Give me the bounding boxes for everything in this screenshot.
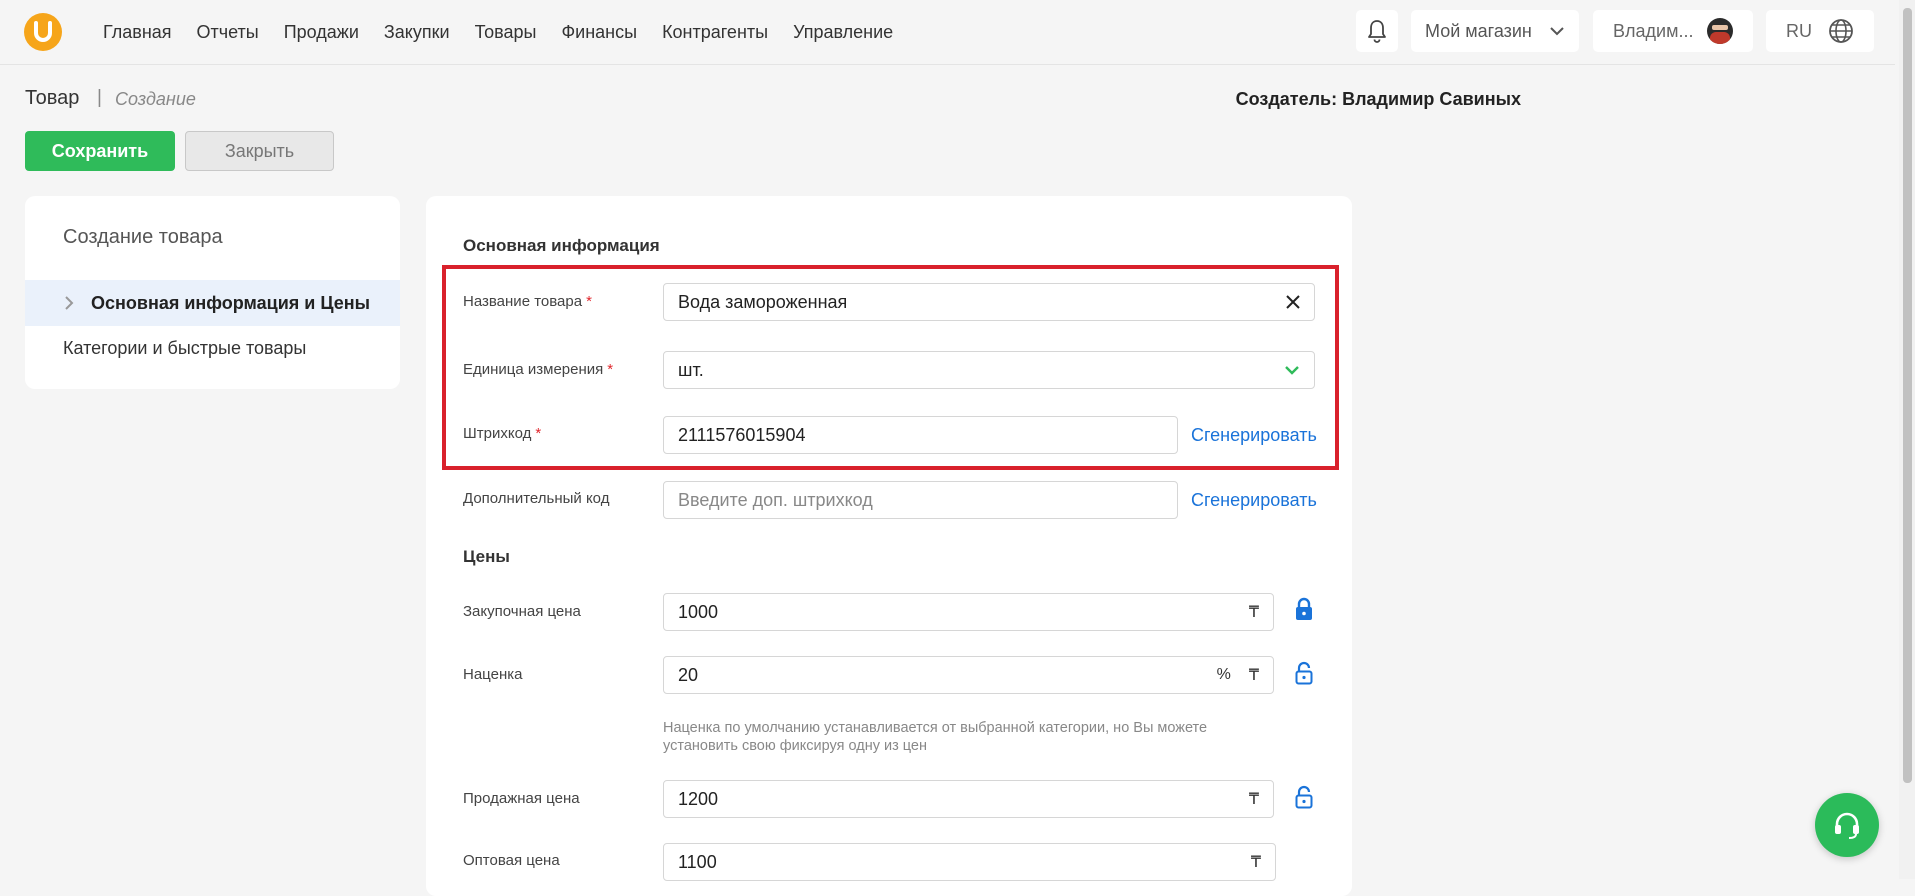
lock-open-icon[interactable] xyxy=(1293,661,1315,685)
breadcrumb-separator: | xyxy=(97,87,102,108)
highlight-box xyxy=(442,265,1339,470)
store-selector[interactable]: Мой магазин xyxy=(1411,10,1579,52)
nav-item-contractors[interactable]: Контрагенты xyxy=(662,0,768,64)
language-selector[interactable]: RU xyxy=(1766,10,1874,52)
extra-code-input[interactable]: Введите доп. штрихкод xyxy=(663,481,1178,519)
avatar xyxy=(1707,18,1733,44)
chevron-down-icon xyxy=(1550,27,1564,36)
wholesale-price-label: Оптовая цена xyxy=(463,852,560,869)
currency-icon: ₸ xyxy=(1250,854,1261,871)
page-title: Товар xyxy=(25,87,80,109)
logo-u-icon xyxy=(34,21,52,42)
main-nav: Главная Отчеты Продажи Закупки Товары Фи… xyxy=(103,0,918,64)
user-name: Владим... xyxy=(1613,20,1694,41)
currency-icon: ₸ xyxy=(1248,604,1259,621)
lock-open-icon[interactable] xyxy=(1293,785,1315,809)
store-name: Мой магазин xyxy=(1425,20,1532,41)
close-button[interactable]: Закрыть xyxy=(185,131,334,171)
nav-item-finances[interactable]: Финансы xyxy=(561,0,637,64)
save-button[interactable]: Сохранить xyxy=(25,131,175,171)
purchase-price-input[interactable]: 1000 ₸ xyxy=(663,593,1274,631)
bell-icon xyxy=(1368,20,1386,43)
sale-price-label: Продажная цена xyxy=(463,790,580,807)
user-menu[interactable]: Владим... xyxy=(1593,10,1753,52)
extra-code-label: Дополнительный код xyxy=(463,490,610,507)
page-scrollbar[interactable] xyxy=(1899,0,1915,879)
currency-icon[interactable]: ₸ xyxy=(1249,665,1259,685)
nav-item-home[interactable]: Главная xyxy=(103,0,172,64)
nav-item-reports[interactable]: Отчеты xyxy=(197,0,259,64)
support-chat-button[interactable] xyxy=(1815,793,1879,857)
markup-label: Наценка xyxy=(463,666,523,683)
generate-extra-code-link[interactable]: Сгенерировать xyxy=(1191,490,1317,511)
sidebar-item-categories[interactable]: Категории и быстрые товары xyxy=(63,338,306,359)
extra-code-placeholder: Введите доп. штрихкод xyxy=(678,489,873,510)
markup-input[interactable]: 20 % ₸ xyxy=(663,656,1274,694)
sidebar-card: Создание товара Основная информация и Це… xyxy=(25,196,400,389)
sidebar-item-label: Основная информация и Цены xyxy=(91,292,370,313)
markup-value: 20 xyxy=(678,664,699,685)
page-subtitle: Создание xyxy=(115,89,196,109)
nav-item-products[interactable]: Товары xyxy=(475,0,537,64)
nav-item-management[interactable]: Управление xyxy=(793,0,893,64)
nav-item-sales[interactable]: Продажи xyxy=(284,0,359,64)
percent-icon[interactable]: % xyxy=(1217,666,1231,684)
nav-item-purchases[interactable]: Закупки xyxy=(384,0,450,64)
section-main-info-heading: Основная информация xyxy=(463,236,660,255)
globe-icon xyxy=(1829,19,1853,43)
wholesale-price-input[interactable]: 1100 ₸ xyxy=(663,843,1276,881)
sale-price-input[interactable]: 1200 ₸ xyxy=(663,780,1274,818)
sale-price-value: 1200 xyxy=(678,788,719,809)
purchase-price-value: 1000 xyxy=(678,601,719,622)
sidebar-title: Создание товара xyxy=(63,226,223,248)
app-logo[interactable] xyxy=(24,13,62,51)
creator-info: Создатель: Владимир Савиных xyxy=(1235,89,1521,109)
lock-closed-icon[interactable] xyxy=(1293,597,1315,621)
wholesale-price-value: 1100 xyxy=(678,851,717,872)
language-code: RU xyxy=(1786,20,1812,41)
purchase-price-label: Закупочная цена xyxy=(463,603,581,620)
sidebar-item-main-info[interactable]: Основная информация и Цены xyxy=(25,280,400,326)
scrollbar-thumb[interactable] xyxy=(1903,8,1912,783)
section-prices-heading: Цены xyxy=(463,547,510,566)
headset-icon xyxy=(1835,812,1859,839)
currency-icon: ₸ xyxy=(1248,791,1259,808)
notifications-button[interactable] xyxy=(1356,10,1398,52)
top-navbar: Главная Отчеты Продажи Закупки Товары Фи… xyxy=(0,0,1895,65)
chevron-right-icon xyxy=(65,296,74,310)
markup-hint: Наценка по умолчанию устанавливается от … xyxy=(663,720,1208,754)
